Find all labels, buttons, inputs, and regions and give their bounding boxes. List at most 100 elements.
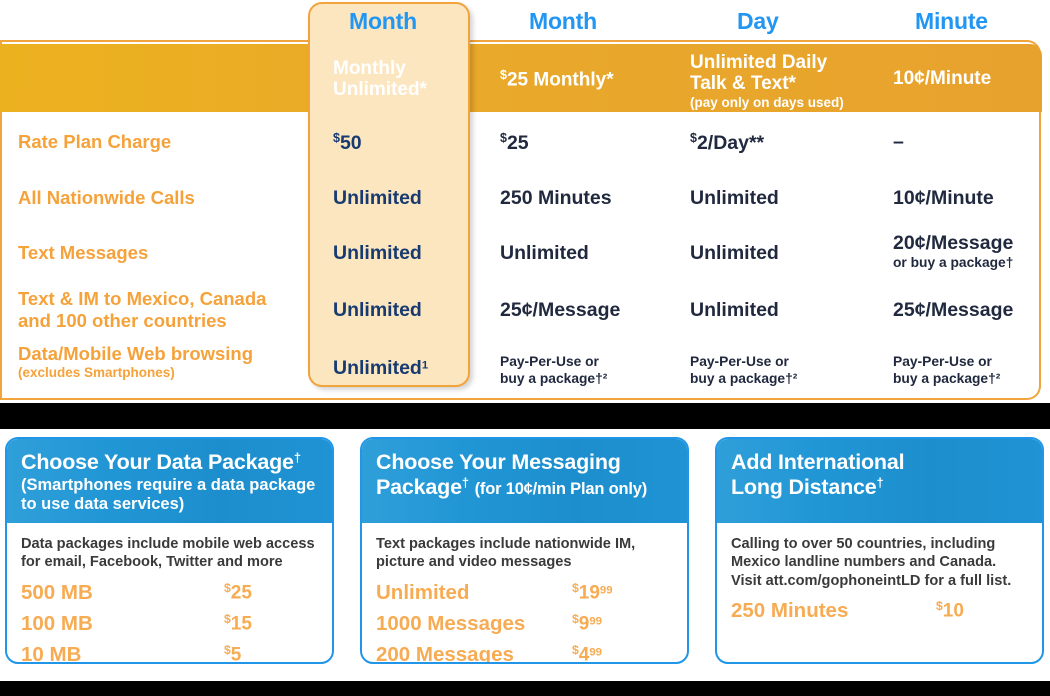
intl-title-line2: Long Distance (731, 474, 877, 499)
msg-price-name-0: Unlimited (376, 580, 470, 604)
intl-desc-line3: Visit att.com/gophoneintLD for a full li… (731, 572, 1012, 589)
international-price-list: 250 Minutes $10 (731, 599, 1028, 630)
messaging-title-line1: Choose Your Messaging (376, 450, 621, 474)
cell-r0-c1-dollar: $ (500, 131, 507, 145)
data-price-name-0: 500 MB (21, 580, 93, 604)
data-package-title-dagger: † (293, 449, 301, 465)
cell-r1-c3: 10¢/Minute (893, 187, 994, 209)
data-package-desc-line1: Data packages include mobile web access (21, 536, 315, 552)
cell-r4-c1: Pay-Per-Use or buy a package†² (500, 354, 607, 388)
messaging-package-description: Text packages include nationwide IM, pic… (376, 535, 673, 572)
data-price-value-2: $5 (224, 642, 241, 662)
term-label-0: Month (349, 8, 417, 34)
data-package-subtitle-line1: (Smartphones require a data package (21, 475, 316, 494)
data-package-subtitle-line2: to use data services) (21, 494, 185, 513)
messaging-title-dagger: † (461, 474, 469, 490)
data-price-name-1: 100 MB (21, 611, 93, 635)
messaging-desc-line2: picture and video messages (376, 554, 572, 571)
cell-r1-c0: Unlimited (333, 187, 422, 209)
cell-r4-c1-line2: buy a package†² (500, 370, 608, 386)
data-package-card-title: Choose Your Data Package† (21, 450, 318, 475)
intl-title-line2-wrap: Long Distance† (731, 475, 1028, 500)
cell-r0-c3-text: – (893, 131, 904, 153)
cell-r0-c2-dollar: $ (690, 131, 697, 145)
international-card-header: Add International Long Distance† (717, 439, 1042, 523)
messaging-package-price-list: Unlimited $1999 1000 Messages $999 200 M… (376, 581, 673, 664)
data-price-value-0: $25 (224, 581, 252, 605)
cell-r0-c1-text: 25 (506, 131, 529, 154)
price-row[interactable]: 10 MB $5 (21, 642, 318, 662)
cell-r2-c3: 20¢/Message or buy a package† (893, 232, 1013, 271)
messaging-package-card-title: Choose Your Messaging Package† (for 10¢/… (376, 450, 673, 499)
messaging-desc-line1: Text packages include nationwide IM, (376, 536, 636, 552)
price-row[interactable]: 100 MB $15 (21, 612, 318, 643)
msg-price-cents-1: 99 (589, 615, 603, 628)
international-long-distance-card[interactable]: Add International Long Distance† Calling… (715, 437, 1044, 664)
data-price-dollar-0: $ (224, 580, 231, 595)
cell-r4-c3-line1: Pay-Per-Use or (893, 354, 992, 369)
cell-r2-c3-sub: or buy a package† (893, 254, 1014, 270)
cell-r2-c1: Unlimited (500, 242, 589, 264)
plan-name-1-dollar: $ (500, 68, 507, 82)
cell-r0-c0-dollar: $ (333, 131, 340, 145)
row-label-all-nationwide-calls: All Nationwide Calls (18, 187, 195, 208)
cell-r2-c3-text: 20¢/Message (893, 232, 1014, 254)
plan-name-2-line2: Talk & Text* (690, 73, 796, 95)
cell-r2-c2: Unlimited (690, 242, 779, 264)
plan-name-3-text: 10¢/Minute (893, 68, 992, 89)
cell-r1-c2: Unlimited (690, 187, 779, 209)
cell-r3-c2: Unlimited (690, 299, 779, 321)
term-label-2: Day (737, 8, 779, 34)
plan-name-2: Unlimited Daily Talk & Text* (pay only o… (690, 52, 844, 110)
plan-name-1: $25 Monthly* (500, 68, 614, 91)
messaging-package-card[interactable]: Choose Your Messaging Package† (for 10¢/… (360, 437, 689, 664)
plan-name-2-note: (pay only on days used) (690, 94, 844, 110)
data-package-description: Data packages include mobile web access … (21, 535, 318, 572)
cell-r0-c1: $25 (500, 131, 529, 154)
data-price-dollar-2: $ (224, 642, 231, 657)
international-description: Calling to over 50 countries, including … (731, 535, 1028, 590)
price-row[interactable]: 500 MB $25 (21, 581, 318, 612)
data-package-price-list: 500 MB $25 100 MB $15 10 MB $5 (21, 581, 318, 662)
row-label-3-line1: Text & IM to Mexico, Canada (18, 288, 267, 309)
cell-r0-c0: $50 (333, 131, 362, 154)
intl-title-dagger: † (876, 474, 884, 490)
msg-price-amount-1: 9 (578, 613, 590, 635)
msg-price-cents-2: 99 (589, 646, 603, 659)
data-package-title-text: Choose Your Data Package (21, 450, 294, 474)
plan-comparison-table: Month Month Day Minute Monthly Unlimited… (0, 0, 1050, 410)
price-row[interactable]: 200 Messages $499 (376, 643, 673, 664)
data-package-card[interactable]: Choose Your Data Package† (Smartphones r… (5, 437, 334, 664)
billing-term-header-row: Month Month Day Minute (0, 0, 1050, 44)
price-row[interactable]: 1000 Messages $999 (376, 612, 673, 643)
cell-r4-c0-text: Unlimited (333, 357, 422, 379)
intl-title-line1: Add International (731, 450, 905, 474)
price-row[interactable]: 250 Minutes $10 (731, 599, 1028, 630)
data-package-card-subtitle: (Smartphones require a data package to u… (21, 476, 318, 514)
cell-r3-c3: 25¢/Message (893, 299, 1014, 321)
row-label-4-main: Data/Mobile Web browsing (18, 343, 254, 364)
messaging-title-inline-sub: (for 10¢/min Plan only) (474, 479, 648, 498)
msg-price-amount-2: 4 (578, 644, 590, 664)
cell-r4-c2-line1: Pay-Per-Use or (690, 354, 789, 369)
messaging-title-line2: Package (376, 474, 462, 499)
data-package-desc-line2: for email, Facebook, Twitter and more (21, 554, 283, 571)
section-divider-bar (0, 403, 1050, 429)
row-label-data-mobile-web: Data/Mobile Web browsing (excludes Smart… (18, 343, 303, 380)
plan-name-0-line2: Unlimited* (333, 79, 427, 101)
international-card-body: Calling to over 50 countries, including … (717, 523, 1042, 630)
cell-r0-c2: $2/Day** (690, 131, 764, 154)
row-label-3-line2: and 100 other countries (18, 309, 227, 331)
international-card-title: Add International Long Distance† (731, 450, 1028, 499)
intl-price-amount-0: 10 (942, 600, 964, 622)
cell-r0-c2-text: 2/Day** (696, 131, 765, 154)
row-label-text-im-international: Text & IM to Mexico, Canada and 100 othe… (18, 288, 303, 331)
msg-price-value-1: $999 (572, 612, 602, 636)
plan-name-1-text: $25 Monthly* (500, 68, 614, 91)
price-row[interactable]: Unlimited $1999 (376, 581, 673, 612)
cell-r3-c1: 25¢/Message (500, 299, 621, 321)
messaging-package-card-body: Text packages include nationwide IM, pic… (362, 523, 687, 664)
cell-r4-c2: Pay-Per-Use or buy a package†² (690, 354, 797, 388)
term-label-3: Minute (915, 8, 988, 34)
msg-price-amount-0: 19 (578, 582, 600, 604)
